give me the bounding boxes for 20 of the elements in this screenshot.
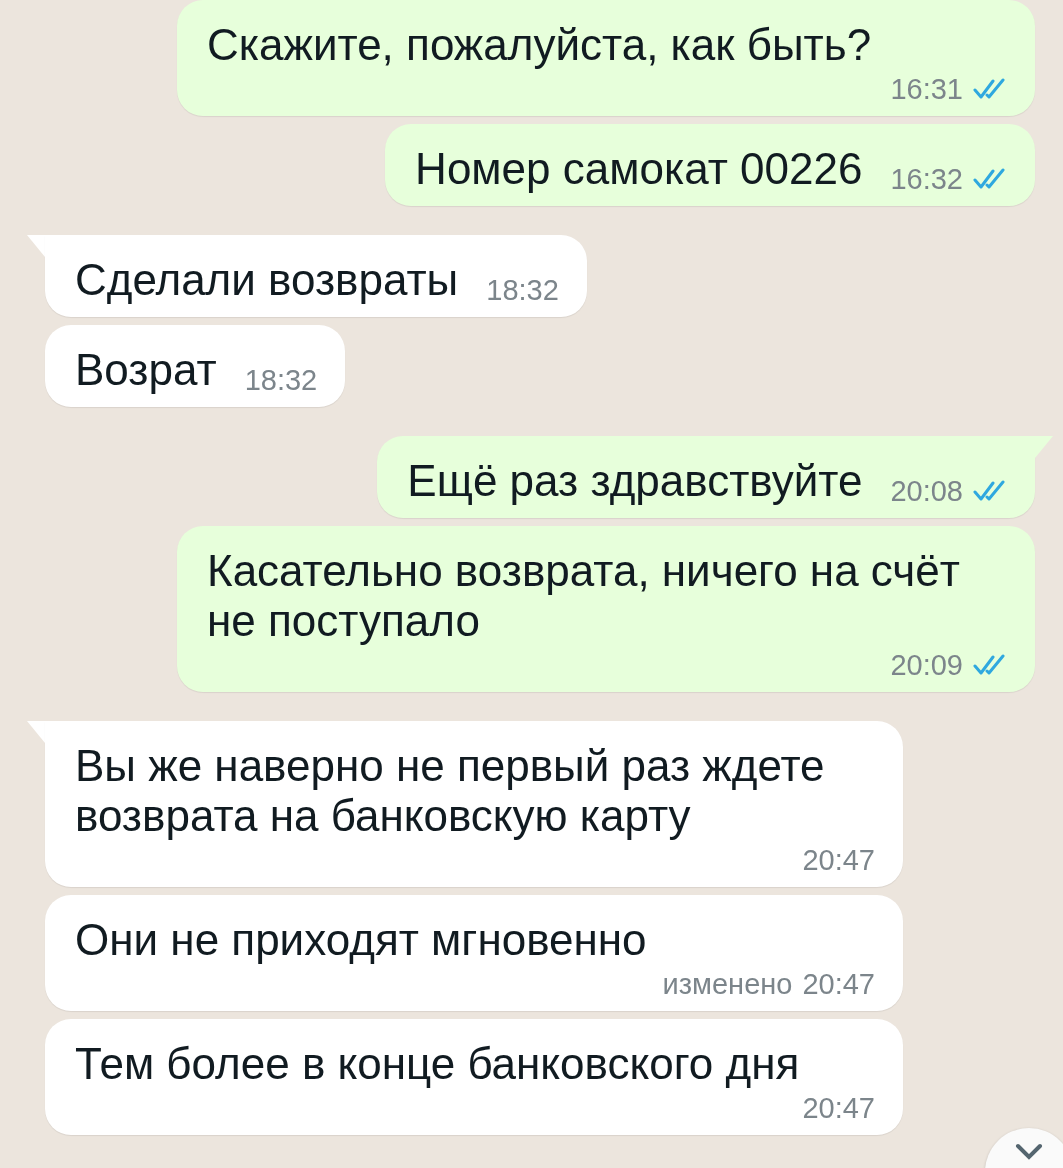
message-time: 20:08 [890,474,963,508]
message-time: 20:47 [802,1091,875,1125]
message-time: 16:31 [890,72,963,106]
message-text: Возрат [75,345,217,395]
message-text: Тем более в конце банковского дня [75,1039,800,1089]
message-text: Вы же наверно не первый раз ждете возврата на банковскую карту [75,741,826,841]
message-text: Касательно возврата, ничего на счёт не поступало [207,546,961,646]
message-time: 18:32 [244,363,318,397]
message-text: Номер самокат 00226 [415,144,863,194]
message-text: Они не приходят мгновенно [75,915,647,965]
message-text: Ещё раз здравствуйте [407,456,863,506]
edited-label: изменено [662,967,793,1001]
message-text: Сделали возвраты [75,255,459,305]
message-time: 20:47 [802,843,875,877]
message-text: Скажите, пожалуйста, как быть? [207,20,872,70]
message-time: 18:32 [486,273,559,307]
message-time: 16:32 [890,162,963,196]
chevron-down-icon [1014,1142,1044,1162]
message-time: 20:47 [802,967,875,1001]
message-time: 20:09 [890,648,963,682]
